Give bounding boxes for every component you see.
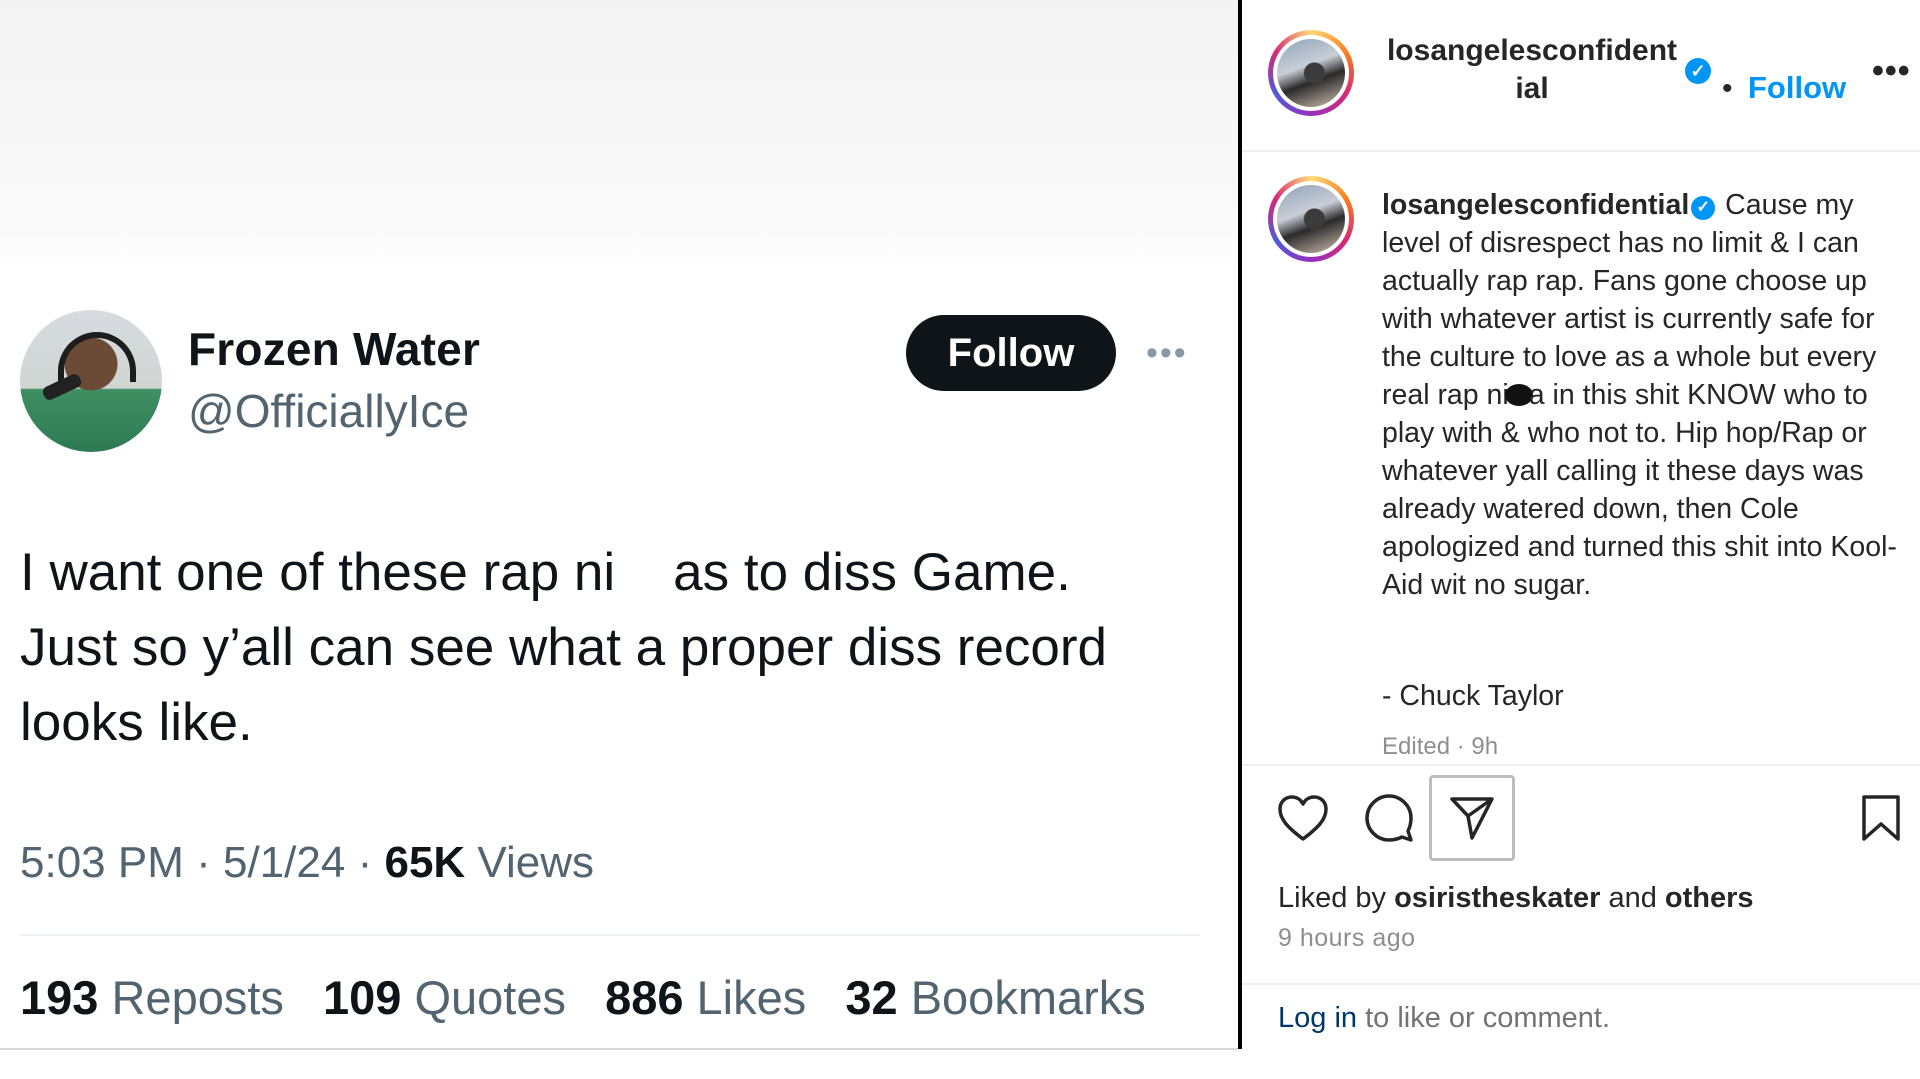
meta-separator: ·: [196, 838, 211, 887]
bookmarks-count: 32: [845, 971, 898, 1024]
likes-stat[interactable]: 886 Likes: [605, 971, 806, 1024]
ig-caption-username[interactable]: losangelesconfidential: [1382, 189, 1689, 221]
bookmarks-label: Bookmarks: [910, 971, 1146, 1024]
more-options-icon[interactable]: •••: [1146, 336, 1188, 370]
tweet-stats: 193 Reposts 109 Quotes 886 Likes 32 Book…: [20, 970, 1172, 1025]
quotes-label: Quotes: [414, 971, 566, 1024]
instagram-post-panel: losangelesconfident ial ✓ • Follow ••• l…: [1242, 0, 1920, 1079]
tweet-divider: [20, 934, 1200, 936]
tweet-text-line3: looks like.: [20, 693, 253, 752]
liked-by-prefix: Liked by: [1278, 882, 1387, 914]
tweet-display-name[interactable]: Frozen Water: [188, 322, 480, 376]
ig-header-username-line2: ial: [1515, 72, 1549, 105]
liked-by-user[interactable]: osiristheskater: [1394, 882, 1600, 914]
ig-caption-signature: - Chuck Taylor: [1382, 680, 1564, 712]
quotes-count: 109: [322, 971, 402, 1024]
reposts-stat[interactable]: 193 Reposts: [20, 971, 284, 1024]
tweet-bottom-border: [0, 1048, 1238, 1050]
ig-follow-button[interactable]: Follow: [1748, 70, 1846, 106]
ig-action-bar: [1242, 775, 1920, 865]
tweet-date[interactable]: 5/1/24: [223, 838, 345, 887]
tweet-views-count: 65K: [384, 838, 466, 887]
liked-by-middle: and: [1608, 882, 1657, 914]
ig-caption-avatar[interactable]: [1268, 176, 1354, 262]
reposts-label: Reposts: [111, 971, 284, 1024]
header-dot: •: [1722, 72, 1733, 105]
quotes-stat[interactable]: 109 Quotes: [323, 971, 566, 1024]
tweet-text: I want one of these rap ni as to diss Gam…: [20, 535, 1200, 760]
tweet-text-line2: Just so y’all can see what a proper diss…: [20, 618, 1108, 677]
meta-separator: ·: [357, 838, 373, 887]
ig-more-options-icon[interactable]: •••: [1872, 52, 1911, 91]
comment-icon[interactable]: [1346, 775, 1432, 861]
ig-header-divider: [1242, 150, 1920, 152]
ig-post-time: 9 hours ago: [1278, 924, 1416, 952]
heart-icon[interactable]: [1260, 775, 1346, 861]
reposts-count: 193: [20, 971, 99, 1024]
ig-actions-divider: [1242, 764, 1920, 766]
ig-header-username[interactable]: losangelesconfident ial: [1382, 32, 1682, 108]
ig-caption-text-before: Cause my level of disrespect has no limi…: [1382, 189, 1877, 411]
likes-label: Likes: [696, 971, 807, 1024]
ig-header-avatar[interactable]: [1268, 30, 1354, 116]
ig-header-username-line1: losangelesconfident: [1386, 34, 1678, 67]
bookmark-icon[interactable]: [1838, 775, 1920, 861]
tweet-meta: 5:03 PM · 5/1/24 · 65K Views: [20, 838, 594, 888]
ig-caption-text-after: a in this shit KNOW who to play with & w…: [1382, 379, 1897, 601]
tweet-card: Frozen Water @OfficiallyIce Follow ••• I…: [0, 0, 1238, 1050]
avatar-photo: [1277, 39, 1345, 107]
login-rest: to like or comment.: [1365, 1002, 1611, 1034]
ig-caption: losangelesconfidential ✓ Cause my level o…: [1382, 186, 1902, 604]
share-icon[interactable]: [1429, 775, 1515, 861]
verified-badge-icon: ✓: [1691, 196, 1716, 220]
tweet-avatar[interactable]: [20, 310, 162, 452]
tweet-top-background: [0, 0, 1238, 270]
tweet-views-label: Views: [477, 838, 594, 887]
liked-by-others[interactable]: others: [1665, 882, 1754, 914]
ig-liked-by: Liked by osiristheskater and others: [1278, 882, 1754, 915]
bookmarks-stat[interactable]: 32 Bookmarks: [845, 971, 1145, 1024]
likes-count: 886: [605, 971, 684, 1024]
ig-login-divider: [1242, 983, 1920, 985]
tweet-text-part2: as to diss Game.: [673, 543, 1071, 602]
tweet-text-part1: I want one of these rap ni: [20, 543, 616, 602]
ig-edited-timestamp: Edited · 9h: [1382, 733, 1499, 760]
login-link[interactable]: Log in: [1278, 1002, 1357, 1034]
tweet-follow-button[interactable]: Follow: [906, 315, 1116, 391]
verified-badge-icon: ✓: [1685, 58, 1711, 84]
tweet-handle[interactable]: @OfficiallyIce: [188, 384, 469, 438]
ig-login-prompt: Log in to like or comment.: [1278, 1002, 1610, 1035]
avatar-photo: [1277, 185, 1345, 253]
tweet-time[interactable]: 5:03 PM: [20, 838, 184, 887]
